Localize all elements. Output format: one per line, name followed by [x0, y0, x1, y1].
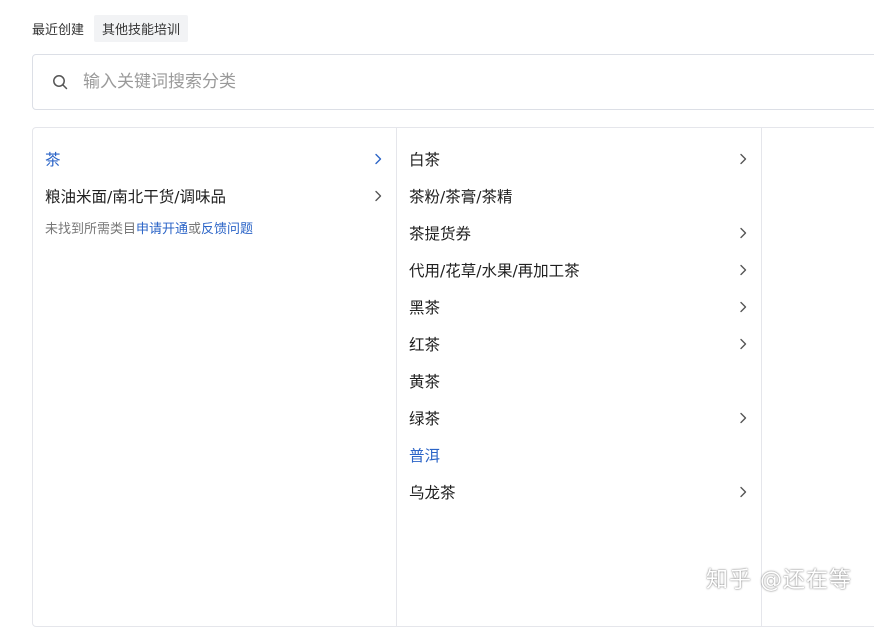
- category-item-label: 茶提货券: [409, 224, 472, 243]
- watermark: 知乎 @还在等: [706, 568, 852, 593]
- category-item-label: 代用/花草/水果/再加工茶: [409, 261, 580, 280]
- category-item[interactable]: 绿茶: [397, 399, 761, 436]
- category-item[interactable]: 茶: [33, 140, 396, 177]
- category-item-label: 茶粉/茶膏/茶精: [409, 187, 513, 206]
- recent-label: 最近创建: [32, 22, 85, 38]
- category-column-level1: 茶粮油米面/南北干货/调味品未找到所需类目申请开通或反馈问题: [33, 128, 397, 626]
- chevron-right-icon: [737, 264, 749, 276]
- chevron-right-icon: [737, 412, 749, 424]
- recent-tag[interactable]: 其他技能培训: [94, 14, 189, 42]
- search-input[interactable]: [83, 72, 783, 92]
- category-item[interactable]: 乌龙茶: [397, 473, 761, 510]
- chevron-right-icon: [737, 301, 749, 313]
- recent-bar: 最近创建 其他技能培训: [32, 14, 189, 42]
- category-item[interactable]: 白茶: [397, 140, 761, 177]
- category-item-label: 黑茶: [409, 298, 441, 317]
- search-box[interactable]: [32, 54, 874, 110]
- not-found-hint: 未找到所需类目申请开通或反馈问题: [33, 214, 396, 241]
- category-item-label: 红茶: [409, 335, 441, 354]
- category-item[interactable]: 红茶: [397, 325, 761, 362]
- category-item[interactable]: 黄茶: [397, 362, 761, 399]
- category-item-label: 白茶: [409, 150, 441, 169]
- hint-text: 未找到所需类目: [45, 222, 137, 237]
- category-panel: 茶粮油米面/南北干货/调味品未找到所需类目申请开通或反馈问题 白茶茶粉/茶膏/茶…: [32, 127, 874, 627]
- category-item-label: 粮油米面/南北干货/调味品: [45, 187, 226, 206]
- category-item[interactable]: 黑茶: [397, 288, 761, 325]
- category-item[interactable]: 代用/花草/水果/再加工茶: [397, 251, 761, 288]
- category-item[interactable]: 普洱: [397, 436, 761, 473]
- category-item[interactable]: 粮油米面/南北干货/调味品: [33, 177, 396, 214]
- category-item[interactable]: 茶提货券: [397, 214, 761, 251]
- hint-or-text: 或: [188, 222, 202, 237]
- chevron-right-icon: [372, 153, 384, 165]
- category-item[interactable]: 茶粉/茶膏/茶精: [397, 177, 761, 214]
- search-icon: [51, 73, 69, 91]
- category-column-level3: [762, 128, 874, 626]
- category-item-label: 茶: [45, 150, 61, 169]
- apply-link[interactable]: 申请开通: [136, 222, 188, 237]
- chevron-right-icon: [737, 338, 749, 350]
- category-item-label: 黄茶: [409, 372, 441, 391]
- chevron-right-icon: [737, 227, 749, 239]
- category-item-label: 绿茶: [409, 409, 441, 428]
- chevron-right-icon: [737, 486, 749, 498]
- chevron-right-icon: [737, 153, 749, 165]
- category-column-level2: 白茶茶粉/茶膏/茶精 茶提货券代用/花草/水果/再加工茶 黑茶红茶黄茶绿茶普洱乌龙茶: [397, 128, 762, 626]
- chevron-right-icon: [372, 190, 384, 202]
- category-item-label: 乌龙茶: [409, 483, 456, 502]
- category-item-label: 普洱: [409, 446, 441, 465]
- feedback-link[interactable]: 反馈问题: [201, 222, 253, 237]
